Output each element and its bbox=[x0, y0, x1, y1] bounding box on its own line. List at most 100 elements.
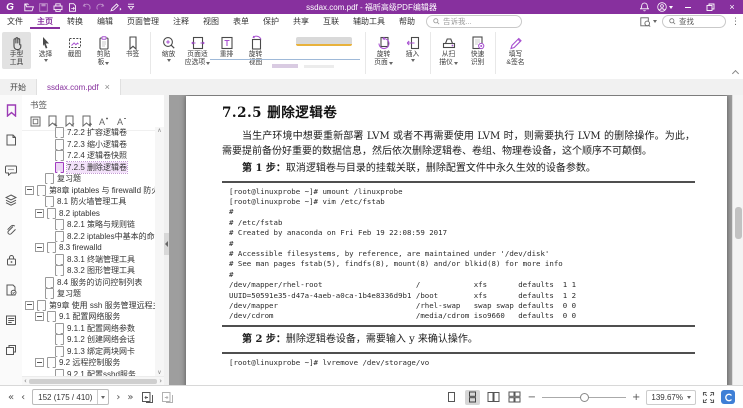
next-view-button[interactable] bbox=[161, 391, 174, 404]
menu-convert[interactable]: 转换 bbox=[60, 14, 90, 29]
bookmark-tree-item[interactable]: 8.2.1 策略与规则链 bbox=[22, 219, 155, 231]
pen-tool-icon[interactable] bbox=[110, 3, 122, 12]
set-destination-icon[interactable] bbox=[81, 115, 92, 127]
zoom-slider[interactable] bbox=[542, 390, 626, 405]
previous-view-button[interactable] bbox=[141, 391, 154, 404]
next-page-button[interactable]: › bbox=[116, 392, 120, 403]
delete-bookmark-icon[interactable] bbox=[64, 115, 75, 127]
bookmark-tree-item[interactable]: 复习题 bbox=[22, 288, 155, 300]
menu-help[interactable]: 帮助 bbox=[392, 14, 422, 29]
last-page-button[interactable]: » bbox=[127, 392, 133, 403]
menu-home[interactable]: 主页 bbox=[30, 14, 60, 29]
attachments-panel-icon[interactable] bbox=[4, 223, 18, 237]
layers-panel-icon[interactable] bbox=[4, 193, 18, 207]
clipboard-button[interactable]: 剪贴板 bbox=[89, 32, 118, 69]
panel-horizontal-scrollbar[interactable]: ‹ › bbox=[22, 376, 164, 385]
open-file-icon[interactable] bbox=[24, 3, 34, 12]
select-tool-button[interactable]: 选择 bbox=[31, 32, 60, 64]
rotate-view-button[interactable]: 旋转视图 bbox=[241, 32, 270, 69]
scroll-down-icon[interactable]: ∨ bbox=[156, 369, 163, 376]
foxit-assistant-icon[interactable] bbox=[721, 390, 735, 404]
signatures-panel-icon[interactable] bbox=[4, 283, 18, 297]
document-vertical-scrollbar[interactable] bbox=[732, 95, 743, 385]
bookmark-tree-item[interactable]: 8.3.1 终端管理工具 bbox=[22, 254, 155, 266]
previous-page-button[interactable]: ‹ bbox=[21, 392, 25, 403]
page-number-field[interactable]: 152 (175 / 410) bbox=[32, 389, 109, 405]
bookmark-tree-item[interactable]: 9.1.1 配置网络参数 bbox=[22, 323, 155, 335]
zoom-out-button[interactable]: − bbox=[528, 392, 536, 403]
email-icon[interactable] bbox=[68, 3, 77, 12]
page-field-caret-icon[interactable] bbox=[97, 390, 108, 404]
decrease-text-size-icon[interactable]: A bbox=[116, 116, 128, 127]
add-bookmark-icon[interactable] bbox=[47, 115, 58, 127]
bookmark-tree-item[interactable]: 8.4 服务的访问控制列表 bbox=[22, 277, 155, 289]
bookmark-tree-item[interactable]: 8.2 iptables bbox=[22, 208, 155, 220]
bookmark-tree-item[interactable]: 7.2.2 扩容逻辑卷 bbox=[22, 127, 155, 139]
bookmarks-panel-icon[interactable] bbox=[4, 103, 18, 117]
bookmark-button[interactable]: 书签 bbox=[118, 32, 147, 61]
menu-comment[interactable]: 注释 bbox=[166, 14, 196, 29]
close-button[interactable]: × bbox=[725, 1, 739, 13]
bookmark-tree-item[interactable]: 8.1 防火墙管理工具 bbox=[22, 196, 155, 208]
bookmark-tree-item[interactable]: 8.2.2 iptables中基本的命令参数 bbox=[22, 231, 155, 243]
tell-me-search-input[interactable]: 告诉我... bbox=[426, 15, 522, 28]
page-thumbnails-panel-icon[interactable] bbox=[4, 133, 18, 147]
quick-recognize-button[interactable]: 快速识别 bbox=[463, 32, 492, 69]
zoom-in-button[interactable]: + bbox=[632, 392, 640, 403]
first-page-button[interactable]: « bbox=[8, 392, 14, 403]
zoom-percentage-field[interactable]: 139.67% bbox=[646, 390, 696, 405]
scroll-up-icon[interactable]: ∧ bbox=[156, 127, 163, 134]
slider-knob[interactable] bbox=[580, 393, 589, 402]
collapse-expander-icon[interactable] bbox=[35, 243, 44, 252]
hand-tool-button[interactable]: 手型工具 bbox=[2, 32, 31, 69]
customize-quick-access-icon[interactable] bbox=[127, 3, 135, 11]
panel-vertical-scrollbar[interactable]: ∧ ∨ bbox=[155, 127, 164, 376]
bookmark-tree-item[interactable]: 第8章 iptables 与 firewalld 防火墙 bbox=[22, 185, 155, 197]
bookmark-tree-item[interactable]: 9.1.3 绑定两块网卡 bbox=[22, 346, 155, 358]
bookmark-tree-item[interactable]: 7.2.3 缩小逻辑卷 bbox=[22, 139, 155, 151]
single-page-view-icon[interactable] bbox=[444, 390, 459, 405]
find-options-button[interactable] bbox=[640, 17, 657, 27]
destinations-panel-icon[interactable] bbox=[4, 343, 18, 357]
from-scanner-button[interactable]: 从扫描仪 bbox=[434, 32, 463, 69]
redo-icon[interactable] bbox=[96, 3, 105, 11]
collapse-ribbon-button[interactable] bbox=[732, 69, 739, 76]
bookmark-tree-item[interactable]: 第9章 使用 ssh 服务管理远程主机 bbox=[22, 300, 155, 312]
bookmark-tree-item[interactable]: 8.3 firewalld bbox=[22, 242, 155, 254]
menu-protect[interactable]: 保护 bbox=[256, 14, 286, 29]
collapse-expander-icon[interactable] bbox=[25, 186, 34, 195]
security-panel-icon[interactable] bbox=[4, 253, 18, 267]
bookmark-tree-item[interactable]: 复习题 bbox=[22, 173, 155, 185]
collapse-expander-icon[interactable] bbox=[35, 209, 44, 218]
menu-form[interactable]: 表单 bbox=[226, 14, 256, 29]
menu-share[interactable]: 共享 bbox=[286, 14, 316, 29]
restore-button[interactable] bbox=[703, 1, 717, 13]
menu-view[interactable]: 视图 bbox=[196, 14, 226, 29]
fields-panel-icon[interactable] bbox=[4, 313, 18, 327]
menu-file[interactable]: 文件 bbox=[0, 14, 30, 29]
scroll-right-icon[interactable]: › bbox=[159, 377, 162, 385]
continuous-view-icon[interactable] bbox=[465, 390, 480, 405]
print-icon[interactable] bbox=[53, 3, 63, 12]
menu-organize[interactable]: 页面管理 bbox=[120, 14, 166, 29]
fit-page-options-button[interactable]: 页面适应选项 bbox=[183, 32, 212, 69]
bookmark-tree-item[interactable]: 8.3.2 图形管理工具 bbox=[22, 265, 155, 277]
account-menu[interactable] bbox=[657, 2, 673, 12]
continuous-facing-view-icon[interactable] bbox=[507, 390, 522, 405]
facing-view-icon[interactable] bbox=[486, 390, 501, 405]
insert-pages-button[interactable]: 插入 bbox=[398, 32, 427, 64]
bookmark-tree-item-selected[interactable]: 7.2.5 删除逻辑卷 bbox=[22, 162, 155, 174]
fill-sign-button[interactable]: 填写&签名 bbox=[499, 32, 532, 69]
menu-connect[interactable]: 互联 bbox=[316, 14, 346, 29]
undo-icon[interactable] bbox=[82, 3, 91, 11]
scrollbar-thumb[interactable] bbox=[735, 207, 742, 239]
more-options-icon[interactable]: ⋮ bbox=[731, 17, 740, 27]
expand-bookmark-icon[interactable] bbox=[30, 116, 41, 127]
bookmark-tree-item[interactable]: 9.1 配置网络服务 bbox=[22, 311, 155, 323]
collapse-expander-icon[interactable] bbox=[35, 312, 44, 321]
find-input[interactable]: 查找 bbox=[662, 15, 726, 28]
collapse-expander-icon[interactable] bbox=[25, 301, 34, 310]
zoom-button[interactable]: 缩放 bbox=[154, 32, 183, 64]
close-tab-icon[interactable]: × bbox=[105, 82, 110, 92]
notification-bell-icon[interactable] bbox=[640, 2, 649, 12]
